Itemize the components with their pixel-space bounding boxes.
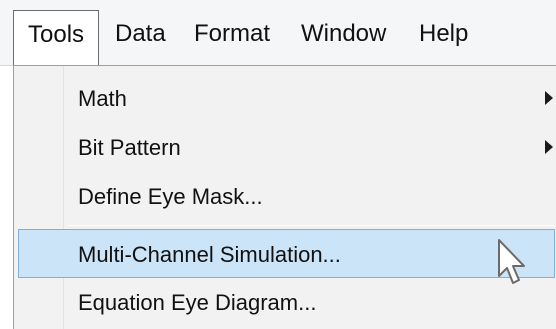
menu-bar: Tools Data Format Window Help [0,0,556,67]
menu-help[interactable]: Help [405,10,482,58]
menu-item-bit-pattern[interactable]: Bit Pattern [18,123,555,172]
menu-format[interactable]: Format [180,10,284,58]
menu-item-label: Math [78,86,127,111]
menu-item-define-eye-mask[interactable]: Define Eye Mask... [18,172,555,221]
menu-item-multi-channel-simulation[interactable]: Multi-Channel Simulation... [18,229,555,278]
menu-item-label: Multi-Channel Simulation... [78,242,341,267]
menu-item-label: Bit Pattern [78,135,181,160]
menu-tools[interactable]: Tools [13,10,100,67]
menu-item-equation-eye-diagram[interactable]: Equation Eye Diagram... [18,278,555,327]
menu-separator [68,225,555,226]
menu-item-label: Define Eye Mask... [78,184,263,209]
submenu-arrow-icon [545,140,553,154]
tools-dropdown-menu: Math Bit Pattern Define Eye Mask... Mult… [13,65,556,329]
menu-item-label: Equation Eye Diagram... [78,290,317,315]
menu-window[interactable]: Window [287,10,400,58]
mouse-pointer-icon [498,239,525,284]
menu-data[interactable]: Data [101,10,180,58]
menu-item-math[interactable]: Math [18,74,555,123]
submenu-arrow-icon [545,91,553,105]
